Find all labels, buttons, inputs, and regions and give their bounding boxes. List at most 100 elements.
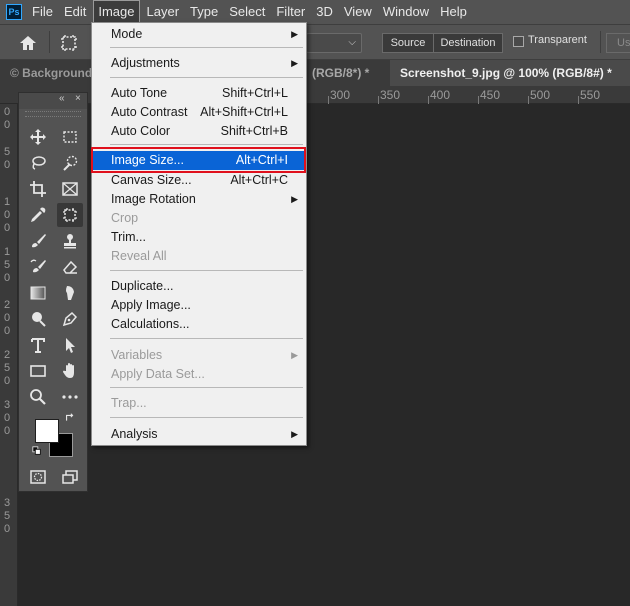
history-brush-icon[interactable] (25, 255, 51, 279)
annotation-highlight-box (91, 147, 306, 173)
zoom-icon[interactable] (25, 385, 51, 409)
foreground-color-swatch[interactable] (35, 419, 59, 443)
menu-item-variables: Variables ▶ (92, 346, 306, 365)
submenu-arrow-icon: ▶ (291, 58, 298, 68)
menu-layer[interactable]: Layer (143, 1, 184, 23)
home-icon[interactable] (18, 33, 38, 53)
transparent-checkbox[interactable] (513, 36, 524, 47)
menu-item-calculations[interactable]: Calculations... (92, 315, 306, 334)
more-icon[interactable] (57, 385, 83, 409)
menu-item-auto-tone[interactable]: Auto Tone Shift+Ctrl+L (92, 84, 306, 103)
close-icon[interactable]: × (75, 93, 81, 104)
menu-item-mode[interactable]: Mode ▶ (92, 25, 306, 44)
menu-separator (110, 417, 303, 418)
menu-file[interactable]: File (28, 1, 57, 23)
ruler-tick (578, 96, 579, 104)
source-button[interactable]: Source (382, 33, 434, 53)
path-select-icon[interactable] (57, 333, 83, 357)
move-icon[interactable] (25, 125, 51, 149)
ruler-tick (528, 96, 529, 104)
ruler-digit: 0 (4, 375, 11, 387)
menu-item-auto-contrast[interactable]: Auto Contrast Alt+Shift+Ctrl+L (92, 103, 306, 122)
hand-icon[interactable] (57, 359, 83, 383)
swap-colors-icon[interactable] (63, 411, 77, 425)
crop-icon[interactable] (25, 177, 51, 201)
menu-item-auto-color[interactable]: Auto Color Shift+Ctrl+B (92, 122, 306, 141)
separator (600, 31, 601, 53)
screen-mode-icon[interactable] (57, 465, 83, 489)
left-ruler: 0 0 5 0 1 0 0 1 5 0 2 0 0 2 5 0 3 0 0 3 … (0, 104, 18, 606)
ruler-digit: 2 (4, 349, 11, 361)
patch-icon[interactable] (57, 203, 83, 227)
destination-button[interactable]: Destination (434, 33, 503, 53)
stamp-icon[interactable] (57, 229, 83, 253)
separator (49, 31, 50, 53)
ruler-label: 300 (330, 88, 351, 102)
submenu-arrow-icon: ▶ (291, 350, 298, 360)
image-menu-dropdown: Mode ▶ Adjustments ▶ Auto Tone Shift+Ctr… (91, 22, 307, 446)
menu-separator (110, 77, 303, 78)
menu-item-label: Adjustments (111, 56, 180, 70)
menu-window[interactable]: Window (379, 1, 433, 23)
menu-edit[interactable]: Edit (60, 1, 90, 23)
quick-select-icon[interactable] (57, 151, 83, 175)
eyedropper-icon[interactable] (25, 203, 51, 227)
menu-bar: Ps File Edit Image Layer Type Select Fil… (0, 0, 630, 24)
menu-item-label: Auto Tone (111, 86, 168, 100)
menu-item-label: Reveal All (111, 249, 167, 263)
frame-icon[interactable] (57, 177, 83, 201)
menu-separator (110, 387, 303, 388)
lasso-icon[interactable] (25, 151, 51, 175)
menu-type[interactable]: Type (186, 1, 222, 23)
quick-mask-icon[interactable] (25, 465, 51, 489)
tab-background[interactable]: © Background (0, 60, 92, 86)
menu-item-canvas-size[interactable]: Canvas Size... Alt+Ctrl+C (92, 171, 306, 190)
menu-filter[interactable]: Filter (272, 1, 309, 23)
menu-select[interactable]: Select (225, 1, 269, 23)
menu-item-analysis[interactable]: Analysis ▶ (92, 425, 306, 444)
ruler-digit: 1 (4, 196, 11, 208)
menu-item-label: Auto Color (111, 124, 171, 138)
marquee-icon[interactable] (57, 125, 83, 149)
dodge-icon[interactable] (25, 307, 51, 331)
tab-active-document[interactable]: Screenshot_9.jpg @ 100% (RGB/8#) * (390, 60, 630, 86)
gradient-icon[interactable] (25, 281, 51, 305)
menu-3d[interactable]: 3D (312, 1, 337, 23)
type-icon[interactable] (25, 333, 51, 357)
tab-middle[interactable]: (RGB/8*) * (306, 60, 388, 86)
ruler-tick (428, 96, 429, 104)
ruler-label: 350 (380, 88, 401, 102)
default-colors-icon[interactable] (31, 445, 43, 457)
ruler-digit: 0 (4, 425, 11, 437)
menu-item-trap: Trap... (92, 394, 306, 413)
collapse-icon[interactable]: « (59, 93, 65, 104)
menu-item-apply-image[interactable]: Apply Image... (92, 296, 306, 315)
diffusion-dropdown[interactable]: ⌵ (306, 33, 362, 53)
menu-separator (110, 144, 303, 145)
patch-tool-icon[interactable] (59, 33, 79, 53)
menu-item-label: Image Rotation (111, 192, 196, 206)
ruler-label: 500 (530, 88, 551, 102)
menu-item-label: Variables (111, 348, 163, 362)
brush-icon[interactable] (25, 229, 51, 253)
menu-item-duplicate[interactable]: Duplicate... (92, 277, 306, 296)
shortcut-label: Alt+Ctrl+C (230, 173, 288, 187)
menu-item-adjustments[interactable]: Adjustments ▶ (92, 54, 306, 73)
eraser-icon[interactable] (57, 255, 83, 279)
menu-item-trim[interactable]: Trim... (92, 228, 306, 247)
rectangle-icon[interactable] (25, 359, 51, 383)
panel-grip[interactable] (25, 111, 81, 117)
menu-image[interactable]: Image (93, 0, 140, 24)
photoshop-logo: Ps (6, 4, 22, 20)
ruler-digit: 0 (4, 412, 11, 424)
menu-help[interactable]: Help (436, 1, 471, 23)
menu-view[interactable]: View (340, 1, 376, 23)
menu-item-image-rotation[interactable]: Image Rotation ▶ (92, 190, 306, 209)
pen-icon[interactable] (57, 307, 83, 331)
use-pattern-button[interactable]: Us (606, 33, 630, 53)
ruler-digit: 0 (4, 119, 11, 131)
tools-panel-header[interactable]: « × (19, 93, 87, 109)
ruler-label: 400 (430, 88, 451, 102)
menu-item-label: Canvas Size... (111, 173, 192, 187)
smudge-icon[interactable] (57, 281, 83, 305)
